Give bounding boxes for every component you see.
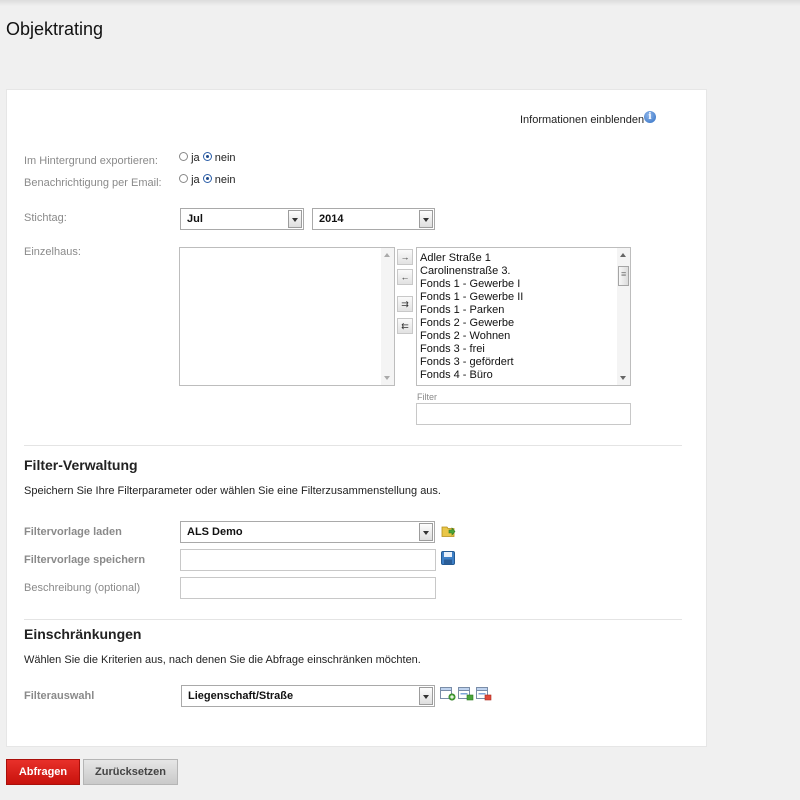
divider	[24, 619, 682, 620]
stichtag-year-select[interactable]: 2014	[312, 208, 435, 230]
info-icon[interactable]: i	[644, 111, 656, 123]
scroll-thumb[interactable]	[618, 266, 629, 286]
scroll-down-icon[interactable]	[617, 372, 630, 385]
chevron-down-icon[interactable]	[419, 687, 433, 705]
list-item[interactable]: Fonds 1 - Parken	[420, 304, 523, 317]
info-toggle-link[interactable]: Informationen einblenden	[520, 114, 644, 126]
query-button[interactable]: Abfragen	[6, 759, 80, 785]
export-background-yes-radio[interactable]	[179, 152, 188, 161]
einzelhaus-label: Einzelhaus:	[24, 246, 81, 258]
filter-description-label: Beschreibung (optional)	[24, 582, 141, 594]
export-background-no-radio[interactable]	[202, 152, 212, 161]
filter-verwaltung-description: Speichern Sie Ihre Filterparameter oder …	[24, 485, 441, 497]
export-background-yes-label: ja	[191, 152, 200, 164]
remove-filter-icon[interactable]	[476, 686, 492, 701]
stichtag-label: Stichtag:	[24, 212, 67, 224]
filter-save-label: Filtervorlage speichern	[24, 554, 146, 566]
available-list-scrollbar[interactable]	[617, 248, 630, 385]
list-item[interactable]: Fonds 1 - Gewerbe I	[420, 278, 523, 291]
list-item[interactable]: Fonds 1 - Gewerbe II	[420, 291, 523, 304]
notify-email-label: Benachrichtigung per Email:	[24, 177, 162, 189]
stichtag-month-select[interactable]: Jul	[180, 208, 304, 230]
notify-email-yes-radio[interactable]	[179, 174, 188, 183]
form-panel: Informationen einblenden i Im Hintergrun…	[6, 89, 707, 747]
filter-save-input[interactable]	[180, 549, 436, 571]
chevron-down-icon[interactable]	[419, 210, 433, 228]
divider	[24, 445, 682, 446]
filter-label: Filter	[417, 392, 437, 402]
top-bar	[0, 0, 800, 6]
list-item[interactable]: Fonds 3 - frei	[420, 343, 523, 356]
einschraenkungen-description: Wählen Sie die Kriterien aus, nach denen…	[24, 654, 421, 666]
filter-load-label: Filtervorlage laden	[24, 526, 122, 538]
scroll-up-icon[interactable]	[617, 248, 630, 261]
notify-email-no-label: nein	[214, 174, 236, 186]
property-filter-input[interactable]	[416, 403, 631, 425]
load-folder-icon[interactable]	[441, 524, 456, 538]
remove-all-button[interactable]: ⇇	[397, 318, 413, 334]
filter-verwaltung-heading: Filter-Verwaltung	[24, 457, 138, 473]
export-background-radio-group: ja nein	[179, 152, 236, 164]
add-filter-icon[interactable]	[440, 686, 456, 701]
list-item[interactable]: Fonds 2 - Gewerbe	[420, 317, 523, 330]
notify-email-yes-label: ja	[191, 174, 200, 186]
list-item[interactable]: Carolinenstraße 3.	[420, 265, 523, 278]
scroll-down-icon[interactable]	[381, 372, 394, 385]
remove-selected-button[interactable]: ←	[397, 269, 413, 285]
list-item[interactable]: Adler Straße 1	[420, 252, 523, 265]
stichtag-year-value: 2014	[319, 213, 344, 225]
add-selected-button[interactable]: →	[397, 249, 413, 265]
available-properties-items: Adler Straße 1 Carolinenstraße 3. Fonds 1 …	[420, 252, 523, 382]
notify-email-no-radio[interactable]	[202, 174, 212, 183]
list-item[interactable]: Fonds 4 - Büro	[420, 369, 523, 382]
edit-filter-icon[interactable]	[458, 686, 474, 701]
filter-selection-label: Filterauswahl	[24, 690, 95, 702]
list-item[interactable]: Fonds 2 - Wohnen	[420, 330, 523, 343]
notify-email-radio-group: ja nein	[179, 174, 236, 186]
page-title: Objektrating	[6, 19, 104, 39]
add-all-button[interactable]: ⇉	[397, 296, 413, 312]
filter-selection-select[interactable]: Liegenschaft/Straße	[181, 685, 435, 707]
filter-selection-value: Liegenschaft/Straße	[188, 690, 294, 702]
filter-template-select[interactable]: ALS Demo	[180, 521, 435, 543]
reset-button[interactable]: Zurücksetzen	[83, 759, 178, 785]
chevron-down-icon[interactable]	[419, 523, 433, 541]
available-properties-list[interactable]: Adler Straße 1 Carolinenstraße 3. Fonds 1 …	[416, 247, 631, 386]
stichtag-month-value: Jul	[187, 213, 203, 225]
export-background-no-label: nein	[214, 152, 236, 164]
scroll-up-icon[interactable]	[381, 248, 394, 261]
einschraenkungen-heading: Einschränkungen	[24, 626, 142, 642]
chevron-down-icon[interactable]	[288, 210, 302, 228]
filter-description-input[interactable]	[180, 577, 436, 599]
filter-template-value: ALS Demo	[187, 526, 243, 538]
save-disk-icon[interactable]	[441, 551, 455, 565]
export-background-label: Im Hintergrund exportieren:	[24, 155, 158, 167]
list-item[interactable]: Fonds 3 - gefördert	[420, 356, 523, 369]
selected-list-scrollbar[interactable]	[381, 248, 394, 385]
selected-properties-list[interactable]	[179, 247, 395, 386]
